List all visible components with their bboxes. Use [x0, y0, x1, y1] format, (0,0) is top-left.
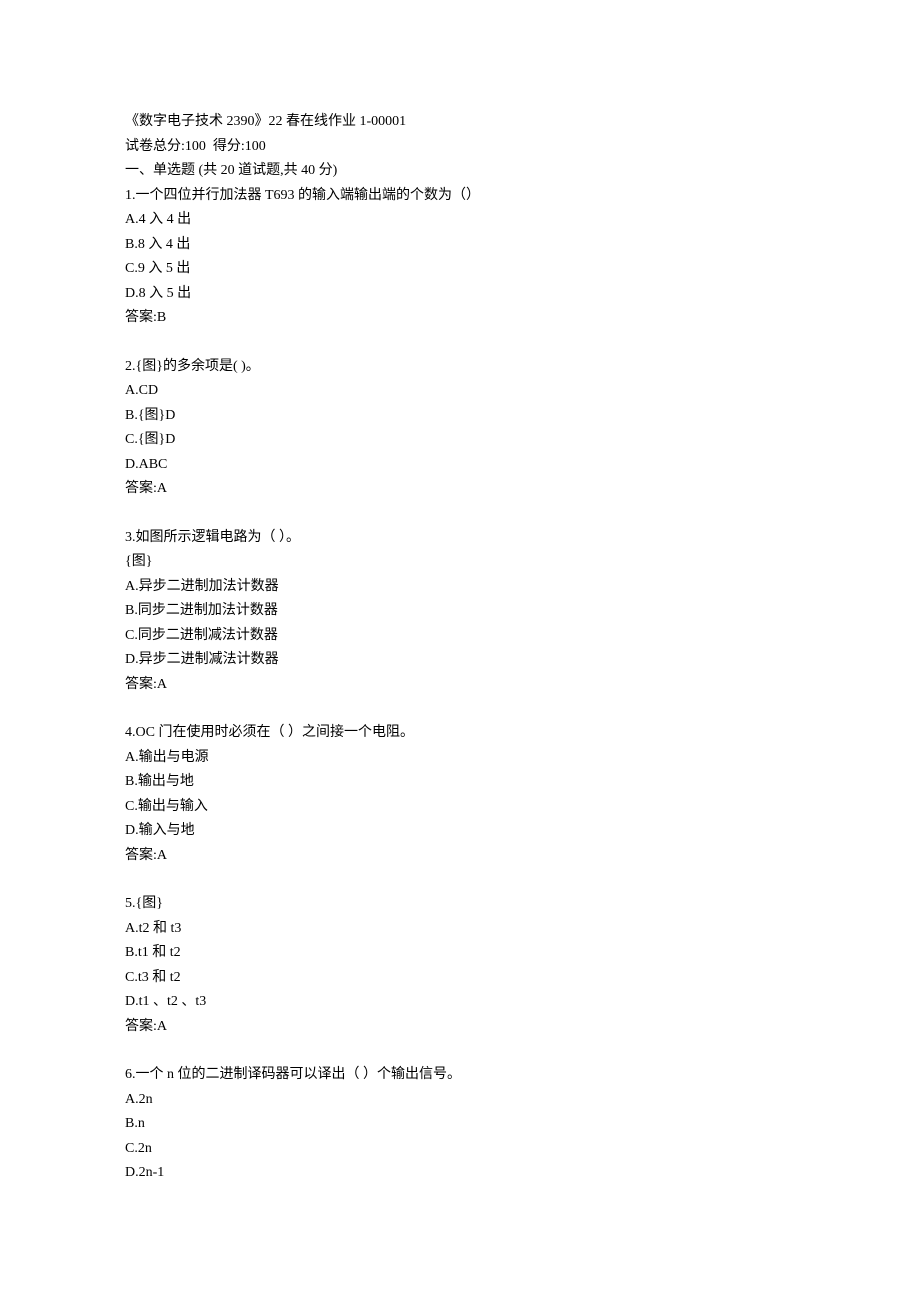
question-gap: [125, 697, 795, 721]
question-option: C.9 入 5 出: [125, 257, 795, 282]
question-stem: 4.OC 门在使用时必须在（ ）之间接一个电阻。: [125, 721, 795, 746]
question-answer: 答案:B: [125, 306, 795, 331]
question-option: B.t1 和 t2: [125, 941, 795, 966]
document-page: 《数字电子技术 2390》22 春在线作业 1-00001 试卷总分:100 得…: [0, 0, 920, 1302]
question-option: C.{图}D: [125, 428, 795, 453]
question-option: D.ABC: [125, 453, 795, 478]
question-figure-placeholder: {图}: [125, 550, 795, 575]
question-option: D.t1 、t2 、t3: [125, 990, 795, 1015]
question-option: A.2n: [125, 1088, 795, 1113]
question-stem: 2.{图}的多余项是( )。: [125, 355, 795, 380]
question-option: B.8 入 4 出: [125, 233, 795, 258]
question-stem: 3.如图所示逻辑电路为（ ）。: [125, 526, 795, 551]
question-answer: 答案:A: [125, 477, 795, 502]
question-option: D.2n-1: [125, 1161, 795, 1186]
question-option: A.4 入 4 出: [125, 208, 795, 233]
question-option: B.n: [125, 1112, 795, 1137]
questions-container: 1.一个四位并行加法器 T693 的输入端输出端的个数为（）A.4 入 4 出B…: [125, 184, 795, 1186]
question-option: C.同步二进制减法计数器: [125, 624, 795, 649]
question-option: B.输出与地: [125, 770, 795, 795]
question-option: A.CD: [125, 379, 795, 404]
question-stem: 1.一个四位并行加法器 T693 的输入端输出端的个数为（）: [125, 184, 795, 209]
question-gap: [125, 1039, 795, 1063]
question-option: A.异步二进制加法计数器: [125, 575, 795, 600]
question-option: A.t2 和 t3: [125, 917, 795, 942]
question-stem: 6.一个 n 位的二进制译码器可以译出（ ）个输出信号。: [125, 1063, 795, 1088]
question-option: B.同步二进制加法计数器: [125, 599, 795, 624]
doc-title: 《数字电子技术 2390》22 春在线作业 1-00001: [125, 110, 795, 135]
question-answer: 答案:A: [125, 844, 795, 869]
score-line: 试卷总分:100 得分:100: [125, 135, 795, 160]
question-gap: [125, 502, 795, 526]
question-stem: 5.{图}: [125, 892, 795, 917]
question-gap: [125, 331, 795, 355]
section-title: 一、单选题 (共 20 道试题,共 40 分): [125, 159, 795, 184]
question-answer: 答案:A: [125, 1015, 795, 1040]
question-option: C.t3 和 t2: [125, 966, 795, 991]
question-option: B.{图}D: [125, 404, 795, 429]
question-answer: 答案:A: [125, 673, 795, 698]
question-option: A.输出与电源: [125, 746, 795, 771]
question-option: D.输入与地: [125, 819, 795, 844]
question-option: C.输出与输入: [125, 795, 795, 820]
question-option: D.异步二进制减法计数器: [125, 648, 795, 673]
question-option: D.8 入 5 出: [125, 282, 795, 307]
question-option: C.2n: [125, 1137, 795, 1162]
question-gap: [125, 868, 795, 892]
